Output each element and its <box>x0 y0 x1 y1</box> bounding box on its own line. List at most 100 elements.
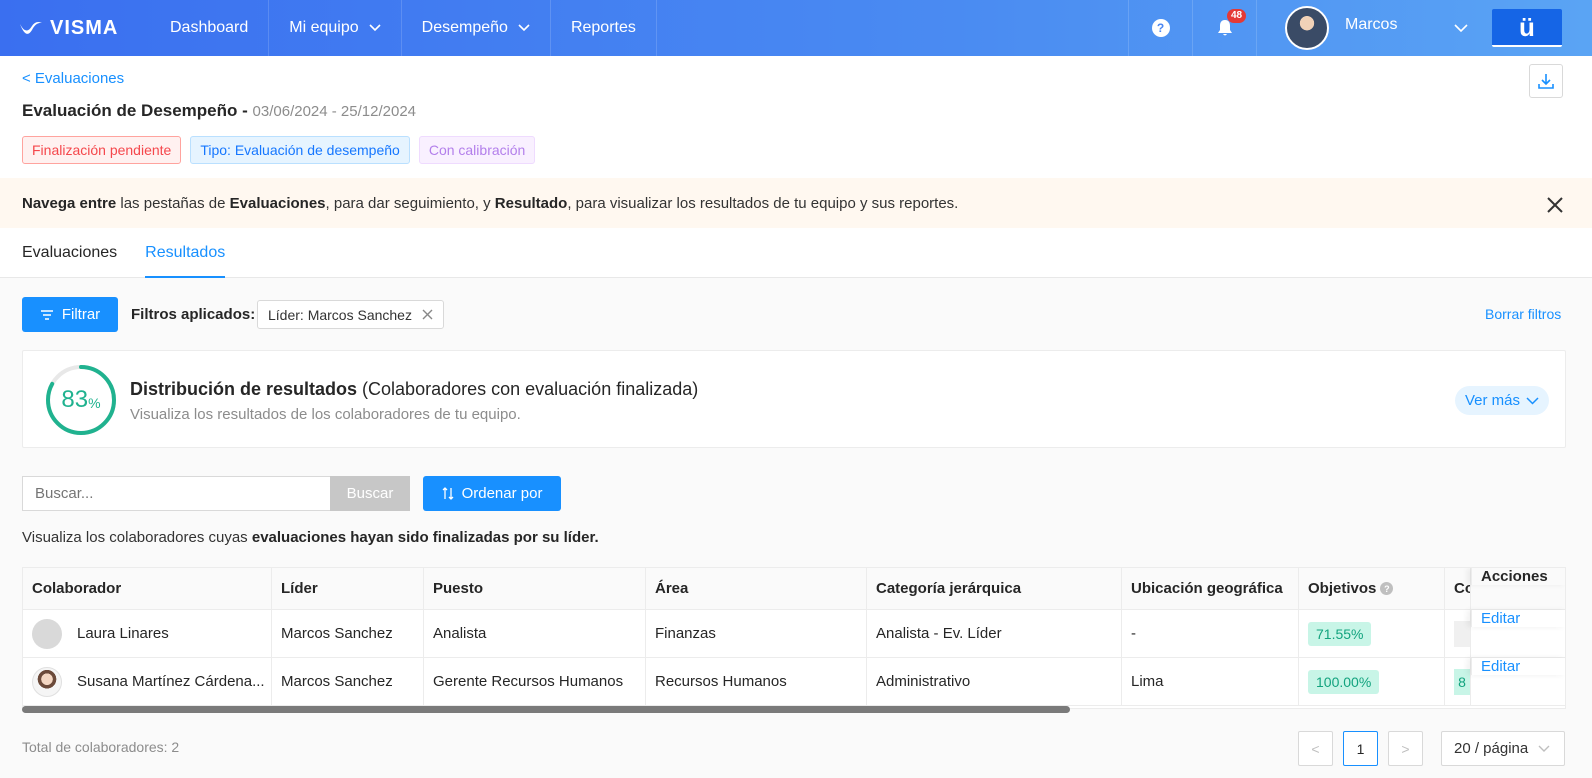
search-input[interactable] <box>22 476 331 511</box>
chevron-down-icon <box>369 24 381 32</box>
user-name: Marcos <box>1345 16 1398 33</box>
nav-mi-equipo-label: Mi equipo <box>289 19 359 36</box>
cell-lider: Marcos Sanchez <box>272 610 424 657</box>
cell-objetivos: 71.55% <box>1299 610 1445 657</box>
nav-dashboard[interactable]: Dashboard <box>150 0 270 56</box>
distribution-title-rest: (Colaboradores con evaluación finalizada… <box>357 379 699 399</box>
table-description-bold: evaluaciones hayan sido finalizadas por … <box>251 529 599 546</box>
tag-calibracion: Con calibración <box>418 136 536 164</box>
edit-link[interactable]: Editar <box>1481 658 1520 675</box>
user-menu[interactable]: Marcos <box>1256 0 1492 56</box>
co-badge <box>1454 620 1470 647</box>
banner-text-2: las pestañas de <box>116 194 230 212</box>
colaborador-name: Laura Linares <box>77 625 169 642</box>
notifications-button[interactable]: 48 <box>1192 0 1256 56</box>
cell-categoria: Administrativo <box>867 658 1122 705</box>
filter-button-label: Filtrar <box>61 306 101 323</box>
cell-colaborador: Susana Martínez Cárdena... <box>23 658 272 705</box>
table-description-text: Visualiza los colaboradores cuyas <box>22 529 252 546</box>
banner-text-6: , para visualizar los resultados de tu e… <box>567 194 959 212</box>
download-button[interactable] <box>1529 64 1563 98</box>
col-objetivos-label: Objetivos <box>1308 580 1377 597</box>
chevron-down-icon <box>1454 24 1468 32</box>
cell-acciones: Editar <box>1471 610 1565 627</box>
cell-area: Recursos Humanos <box>646 658 867 705</box>
table-description: Visualiza los colaboradores cuyas evalua… <box>22 529 599 546</box>
total-collaborators: Total de colaboradores: 2 <box>22 739 180 755</box>
cell-puesto: Analista <box>424 610 646 657</box>
nav-desempeno[interactable]: Desempeño <box>402 0 551 56</box>
nav-reportes[interactable]: Reportes <box>551 0 657 56</box>
edit-link[interactable]: Editar <box>1481 610 1520 627</box>
cell-ubicacion: - <box>1122 610 1299 657</box>
cell-co: 8 <box>1445 658 1471 705</box>
download-icon <box>1538 74 1554 89</box>
distribution-title-bold: Distribución de resultados <box>130 379 358 399</box>
tab-evaluaciones[interactable]: Evaluaciones <box>22 228 117 278</box>
applied-filters-label: Filtros aplicados: <box>131 306 256 323</box>
cell-puesto: Gerente Recursos Humanos <box>424 658 646 705</box>
col-categoria[interactable]: Categoría jerárquica <box>867 568 1122 609</box>
col-objetivos[interactable]: Objetivos ? <box>1299 568 1445 609</box>
help-button[interactable]: ? <box>1128 0 1192 56</box>
col-ubicacion[interactable]: Ubicación geográfica <box>1122 568 1299 609</box>
question-circle-icon[interactable]: ? <box>1380 582 1394 595</box>
sort-arrows-icon <box>442 487 454 500</box>
title-text: Evaluación de Desempeño - <box>22 101 248 120</box>
filter-chip-label: Líder: Marcos Sanchez <box>268 306 412 323</box>
nav-desempeno-label: Desempeño <box>421 19 508 36</box>
logo-text: VISMA <box>50 16 119 39</box>
co-badge: 8 <box>1454 668 1470 695</box>
info-banner: Navega entre las pestañas de Evaluacione… <box>0 178 1592 228</box>
banner-bold-5: Resultado <box>494 194 568 212</box>
notifications-count-badge: 48 <box>1227 9 1247 23</box>
banner-bold-1: Navega entre <box>22 194 117 212</box>
col-lider[interactable]: Líder <box>272 568 424 609</box>
tag-finalizacion-pendiente: Finalización pendiente <box>22 136 182 164</box>
clear-filters-link[interactable]: Borrar filtros <box>1485 306 1561 322</box>
col-co[interactable]: Co <box>1445 568 1471 609</box>
prev-page-button[interactable]: < <box>1298 731 1333 766</box>
cell-categoria: Analista - Ev. Líder <box>867 610 1122 657</box>
nav-reportes-label: Reportes <box>570 19 636 36</box>
question-circle-icon: ? <box>1151 19 1170 37</box>
col-area[interactable]: Área <box>646 568 867 609</box>
page-1-button[interactable]: 1 <box>1343 731 1378 766</box>
app-launcher-button[interactable]: ü <box>1492 9 1562 47</box>
visma-swoosh-icon <box>20 22 42 34</box>
nav-mi-equipo[interactable]: Mi equipo <box>269 0 402 56</box>
distribution-subtitle: Visualiza los resultados de los colabora… <box>130 406 521 423</box>
next-page-button[interactable]: > <box>1388 731 1423 766</box>
close-icon[interactable] <box>1544 194 1566 216</box>
status-tags: Finalización pendiente Tipo: Evaluación … <box>22 136 536 164</box>
evaluation-dates: 03/06/2024 - 25/12/2024 <box>252 103 417 120</box>
filter-chip-lider: Líder: Marcos Sanchez <box>257 300 444 329</box>
close-icon[interactable] <box>422 309 433 320</box>
objetivos-badge: 71.55% <box>1308 621 1372 646</box>
col-colaborador[interactable]: Colaborador <box>23 568 272 609</box>
tag-tipo: Tipo: Evaluación de desempeño <box>190 136 410 164</box>
horizontal-scrollbar[interactable] <box>22 706 1070 713</box>
cell-co <box>1445 610 1471 657</box>
avatar <box>32 666 62 697</box>
nav-dashboard-label: Dashboard <box>170 19 249 36</box>
tab-bar: Evaluaciones Resultados <box>0 228 1592 278</box>
chevron-down-icon <box>1538 745 1550 752</box>
distribution-card: 83% Distribución de resultados (Colabora… <box>22 350 1566 448</box>
tab-resultados[interactable]: Resultados <box>145 228 226 278</box>
percent-value: 83 <box>61 386 89 413</box>
table-row: Susana Martínez Cárdena... Marcos Sanche… <box>23 658 1565 706</box>
page-size-select[interactable]: 20 / página <box>1441 731 1565 766</box>
filter-button[interactable]: Filtrar <box>22 297 118 332</box>
sort-button[interactable]: Ordenar por <box>423 476 561 511</box>
search-button[interactable]: Buscar <box>330 476 410 511</box>
back-to-evaluaciones-link[interactable]: < Evaluaciones <box>22 70 124 87</box>
visma-logo[interactable]: VISMA <box>18 17 150 40</box>
cell-lider: Marcos Sanchez <box>272 658 424 705</box>
progress-percent: 83% <box>45 364 117 436</box>
ver-mas-button[interactable]: Ver más <box>1455 386 1550 415</box>
col-puesto[interactable]: Puesto <box>424 568 646 609</box>
objetivos-badge: 100.00% <box>1308 669 1380 694</box>
distribution-title: Distribución de resultados (Colaboradore… <box>130 379 698 400</box>
banner-text: Navega entre las pestañas de Evaluacione… <box>22 195 958 212</box>
